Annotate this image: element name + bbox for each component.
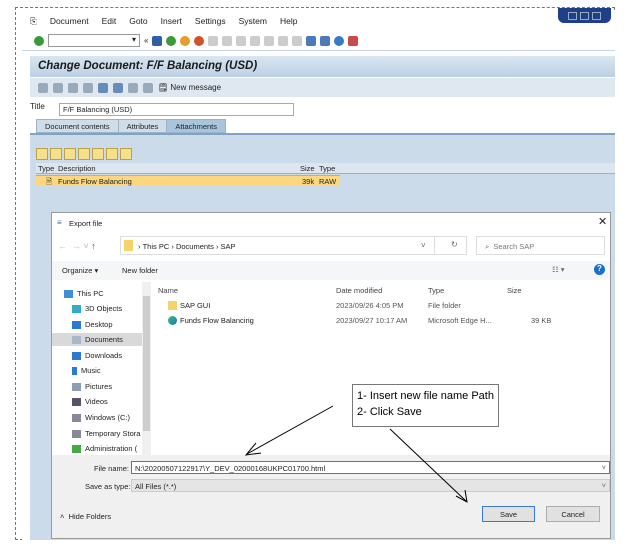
arrow-to-save — [389, 428, 467, 502]
arrow-to-file-name — [246, 405, 334, 455]
annotation-arrows — [244, 405, 468, 503]
